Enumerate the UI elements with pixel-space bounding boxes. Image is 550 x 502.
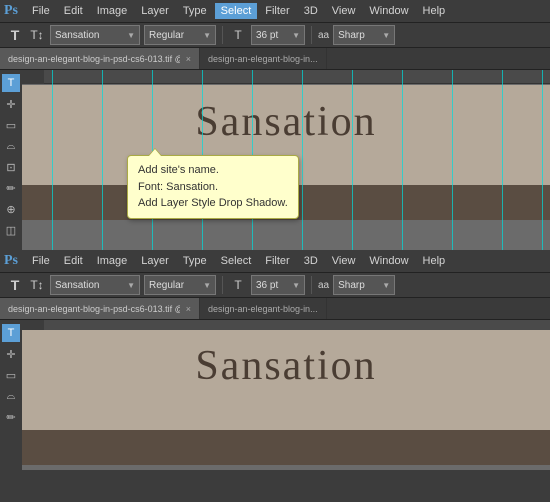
- ps-logo-top: Ps: [4, 3, 18, 19]
- tooltip-box: Add site's name. Font: Sansation. Add La…: [127, 155, 299, 219]
- font-style-dropdown-top[interactable]: Regular ▼: [144, 25, 216, 45]
- font-style-arrow-top: ▼: [203, 31, 211, 40]
- font-size-arrow-bottom: ▼: [292, 281, 300, 290]
- site-name-top: Sansation: [22, 98, 550, 146]
- font-size-icon-top: T: [229, 28, 247, 42]
- tab-label-inactive-top: design-an-elegant-blog-in...: [208, 54, 318, 64]
- tooltip-line2: Font: Sansation.: [138, 179, 288, 196]
- menu-filter-top[interactable]: Filter: [259, 3, 295, 19]
- tool-lasso-top[interactable]: ⌓: [2, 137, 20, 155]
- ruler-top: [22, 70, 550, 84]
- menu-window-bottom[interactable]: Window: [363, 253, 414, 269]
- font-size-arrow-top: ▼: [292, 31, 300, 40]
- menu-file-bottom[interactable]: File: [26, 253, 56, 269]
- tab-close-active-bottom[interactable]: ×: [186, 304, 191, 314]
- tool-lasso-bottom[interactable]: ⌓: [2, 387, 20, 405]
- tab-bar-top: design-an-elegant-blog-in-psd-cs6-013.ti…: [0, 48, 550, 70]
- menu-select-top[interactable]: Select: [215, 3, 258, 19]
- menu-view-top[interactable]: View: [326, 3, 362, 19]
- left-toolbar-top: T ✛ ▭ ⌓ ⊡ ✏ ⊕ ◫: [0, 70, 22, 250]
- canvas-content-bottom: Sansation: [22, 320, 550, 470]
- tab-bar-bottom: design-an-elegant-blog-in-psd-cs6-013.ti…: [0, 298, 550, 320]
- tool-move-top[interactable]: ✛: [2, 95, 20, 113]
- font-name-dropdown-top[interactable]: Sansation ▼: [50, 25, 140, 45]
- divider-2-bottom: [311, 276, 312, 294]
- menu-edit-bottom[interactable]: Edit: [58, 253, 89, 269]
- divider-1-bottom: [222, 276, 223, 294]
- tool-move-bottom[interactable]: ✛: [2, 345, 20, 363]
- menu-select-bottom[interactable]: Select: [215, 253, 258, 269]
- divider-1-top: [222, 26, 223, 44]
- text-tool-icon-top: T: [6, 27, 24, 43]
- site-name-bottom: Sansation: [22, 342, 550, 390]
- canvas-top: T ✛ ▭ ⌓ ⊡ ✏ ⊕ ◫ Sansation: [0, 70, 550, 250]
- tool-text-top[interactable]: T: [2, 74, 20, 92]
- text-orient-icon-bottom: T↕: [28, 278, 46, 292]
- tab-active-bottom[interactable]: design-an-elegant-blog-in-psd-cs6-013.ti…: [0, 298, 200, 319]
- sharp-arrow-bottom: ▼: [382, 281, 390, 290]
- tool-clone-top[interactable]: ⊕: [2, 200, 20, 218]
- menu-layer-top[interactable]: Layer: [135, 3, 175, 19]
- menu-bar-bottom: Ps File Edit Image Layer Type Select Fil…: [0, 250, 550, 272]
- tool-brush-top[interactable]: ✏: [2, 179, 20, 197]
- sharp-dropdown-bottom[interactable]: Sharp ▼: [333, 275, 395, 295]
- tab-close-active-top[interactable]: ×: [186, 54, 191, 64]
- font-size-icon-bottom: T: [229, 278, 247, 292]
- menu-type-top[interactable]: Type: [177, 3, 213, 19]
- menu-filter-bottom[interactable]: Filter: [259, 253, 295, 269]
- menu-view-bottom[interactable]: View: [326, 253, 362, 269]
- font-name-dropdown-bottom[interactable]: Sansation ▼: [50, 275, 140, 295]
- aa-label-top: aa: [318, 30, 329, 41]
- menu-bar-top: Ps File Edit Image Layer Type Select Fil…: [0, 0, 550, 22]
- tab-label-inactive-bottom: design-an-elegant-blog-in...: [208, 304, 318, 314]
- aa-label-bottom: aa: [318, 280, 329, 291]
- menu-help-top[interactable]: Help: [417, 3, 452, 19]
- tool-rect-bottom[interactable]: ▭: [2, 366, 20, 384]
- header-dark-bottom: [22, 430, 550, 465]
- menu-image-top[interactable]: Image: [91, 3, 134, 19]
- canvas-bottom: T ✛ ▭ ⌓ ✏ Sansation: [0, 320, 550, 470]
- tooltip-line3: Add Layer Style Drop Shadow.: [138, 195, 288, 212]
- menu-type-bottom[interactable]: Type: [177, 253, 213, 269]
- ps-instance-bottom: Ps File Edit Image Layer Type Select Fil…: [0, 250, 550, 470]
- menu-3d-bottom[interactable]: 3D: [298, 253, 324, 269]
- tab-label-active-top: design-an-elegant-blog-in-psd-cs6-013.ti…: [8, 54, 180, 64]
- options-bar-top: T T↕ Sansation ▼ Regular ▼ T 36 pt ▼ aa …: [0, 22, 550, 48]
- font-size-dropdown-top[interactable]: 36 pt ▼: [251, 25, 305, 45]
- font-size-dropdown-bottom[interactable]: 36 pt ▼: [251, 275, 305, 295]
- canvas-content-top: Sansation Add site's name. Font: Sansati…: [22, 70, 550, 250]
- menu-file-top[interactable]: File: [26, 3, 56, 19]
- sharp-arrow-top: ▼: [382, 31, 390, 40]
- menu-layer-bottom[interactable]: Layer: [135, 253, 175, 269]
- tab-inactive-bottom[interactable]: design-an-elegant-blog-in...: [200, 298, 327, 319]
- menu-edit-top[interactable]: Edit: [58, 3, 89, 19]
- tab-label-active-bottom: design-an-elegant-blog-in-psd-cs6-013.ti…: [8, 304, 180, 314]
- tool-text-bottom[interactable]: T: [2, 324, 20, 342]
- sharp-dropdown-top[interactable]: Sharp ▼: [333, 25, 395, 45]
- left-toolbar-bottom: T ✛ ▭ ⌓ ✏: [0, 320, 22, 470]
- menu-3d-top[interactable]: 3D: [298, 3, 324, 19]
- options-bar-bottom: T T↕ Sansation ▼ Regular ▼ T 36 pt ▼ aa …: [0, 272, 550, 298]
- divider-2-top: [311, 26, 312, 44]
- menu-window-top[interactable]: Window: [363, 3, 414, 19]
- menu-image-bottom[interactable]: Image: [91, 253, 134, 269]
- tool-eraser-top[interactable]: ◫: [2, 221, 20, 239]
- tooltip-line1: Add site's name.: [138, 162, 288, 179]
- font-name-arrow-bottom: ▼: [127, 281, 135, 290]
- font-style-dropdown-bottom[interactable]: Regular ▼: [144, 275, 216, 295]
- tab-inactive-top[interactable]: design-an-elegant-blog-in...: [200, 48, 327, 69]
- ruler-corner-top: [22, 70, 44, 84]
- ps-instance-top: Ps File Edit Image Layer Type Select Fil…: [0, 0, 550, 250]
- menu-help-bottom[interactable]: Help: [417, 253, 452, 269]
- tool-rect-top[interactable]: ▭: [2, 116, 20, 134]
- tool-crop-top[interactable]: ⊡: [2, 158, 20, 176]
- text-orient-icon-top: T↕: [28, 28, 46, 42]
- ps-logo-bottom: Ps: [4, 253, 18, 269]
- font-style-arrow-bottom: ▼: [203, 281, 211, 290]
- text-tool-icon-bottom: T: [6, 277, 24, 293]
- font-name-arrow-top: ▼: [127, 31, 135, 40]
- tab-active-top[interactable]: design-an-elegant-blog-in-psd-cs6-013.ti…: [0, 48, 200, 69]
- tool-brush-bottom[interactable]: ✏: [2, 408, 20, 426]
